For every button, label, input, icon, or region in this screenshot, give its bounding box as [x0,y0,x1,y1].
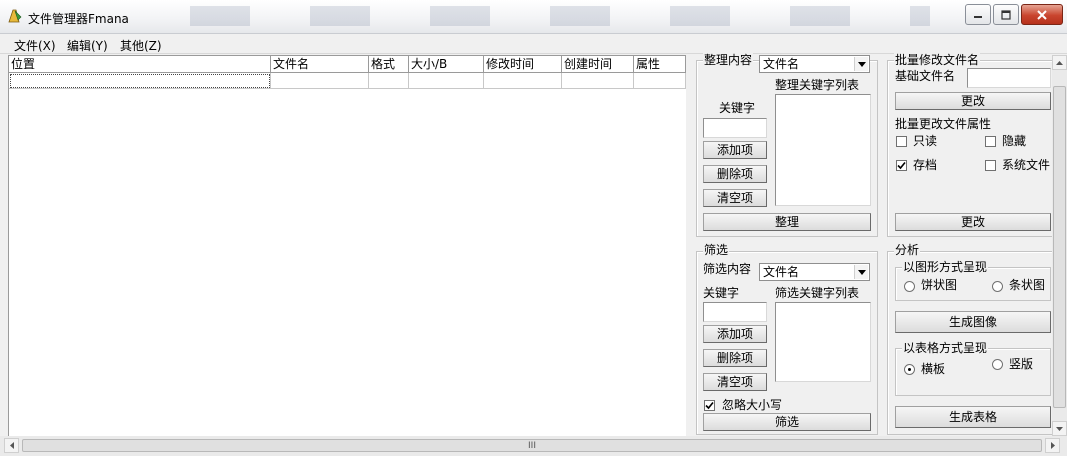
checkmark-icon [897,161,906,170]
bar-label: 条状图 [1009,278,1046,292]
batch-rename-button[interactable]: 更改 [895,92,1051,110]
archive-checkbox[interactable] [896,160,907,171]
filter-add-button[interactable]: 添加项 [703,325,767,343]
filter-content-value: 文件名 [763,265,800,279]
table-layout-group [895,348,1051,396]
readonly-label: 只读 [913,134,938,148]
organize-content-combo[interactable]: 文件名 [759,55,870,73]
app-icon [8,9,22,23]
chevron-down-icon[interactable] [854,265,868,279]
scroll-up-button[interactable] [1052,55,1067,70]
scroll-left-button[interactable] [4,438,19,453]
batch-rename-title: 批量修改文件名 [894,53,981,67]
ignore-case-label: 忽略大小写 [722,398,783,412]
table-cell[interactable] [634,73,686,89]
archive-label: 存档 [913,158,938,172]
organize-content-label: 整理内容 [703,53,754,67]
window-title: 文件管理器Fmana [28,12,129,26]
close-icon [1037,9,1047,20]
filter-keyword-list[interactable] [775,302,871,382]
minimize-icon [974,15,982,18]
horizontal-scroll-thumb[interactable]: III [22,439,1042,452]
generate-table-button[interactable]: 生成表格 [895,406,1051,428]
table-cell[interactable] [271,73,369,89]
organize-keyword-input[interactable] [703,118,767,138]
organize-content-value: 文件名 [763,57,800,71]
chevron-down-icon[interactable] [854,57,868,71]
focused-cell[interactable] [10,74,270,88]
pie-radio[interactable] [904,281,915,292]
hidden-label: 隐藏 [1002,134,1027,148]
filter-delete-button[interactable]: 删除项 [703,349,767,367]
table-cell[interactable] [562,73,634,89]
vertical-label: 竖版 [1009,357,1034,371]
column-header-filename[interactable]: 文件名 [271,56,369,73]
scroll-up-arrow-icon [1056,60,1063,65]
column-header-modified[interactable]: 修改时间 [484,56,562,73]
file-list[interactable] [8,55,686,436]
batch-base-name-input[interactable] [967,68,1051,88]
background-window-ghost [190,6,930,26]
bar-radio[interactable] [992,281,1003,292]
organize-keyword-list-label: 整理关键字列表 [775,78,860,92]
horizontal-label: 横板 [921,362,946,376]
batch-attr-change-button[interactable]: 更改 [895,213,1051,231]
organize-keyword-list[interactable] [775,94,871,206]
scroll-left-arrow-icon [9,442,14,449]
scroll-down-button[interactable] [1052,421,1067,436]
organize-delete-button[interactable]: 删除项 [703,165,767,183]
filter-keyword-input[interactable] [703,302,767,322]
analysis-legend: 分析 [894,243,921,257]
readonly-checkbox[interactable] [896,136,907,147]
table-cell[interactable] [484,73,562,89]
column-header-attributes[interactable]: 属性 [634,56,686,73]
scroll-grip: III [528,440,536,451]
system-checkbox[interactable] [985,160,996,171]
ignore-case-checkbox[interactable] [704,400,715,411]
scroll-down-arrow-icon [1056,426,1063,431]
organize-clear-button[interactable]: 清空项 [703,189,767,207]
close-button[interactable] [1021,4,1063,25]
menu-edit[interactable]: 编辑(Y) [67,37,108,54]
column-header-location[interactable]: 位置 [9,56,271,73]
table-cell[interactable] [409,73,484,89]
organize-add-button[interactable]: 添加项 [703,141,767,159]
organize-run-button[interactable]: 整理 [703,213,871,231]
column-header-format[interactable]: 格式 [369,56,409,73]
filter-run-button[interactable]: 筛选 [703,413,871,431]
graph-group-label: 以图形方式呈现 [902,260,989,274]
horizontal-radio[interactable] [904,364,915,375]
organize-keyword-label: 关键字 [719,101,756,115]
maximize-icon [1001,9,1011,20]
filter-content-combo[interactable]: 文件名 [759,263,870,281]
column-header-size[interactable]: 大小/B [409,56,484,73]
pie-label: 饼状图 [921,278,958,292]
generate-graph-button[interactable]: 生成图像 [895,311,1051,333]
batch-attr-title: 批量更改文件属性 [895,117,992,131]
vertical-scroll-thumb[interactable] [1053,86,1066,408]
vertical-radio[interactable] [992,359,1003,370]
hidden-checkbox[interactable] [985,136,996,147]
maximize-button[interactable] [993,4,1019,25]
minimize-button[interactable] [965,4,991,25]
filter-clear-button[interactable]: 清空项 [703,373,767,391]
system-label: 系统文件 [1002,158,1051,172]
scroll-right-button[interactable] [1045,438,1060,453]
scroll-right-arrow-icon [1050,442,1055,449]
menu-file[interactable]: 文件(X) [14,37,56,54]
filter-content-label: 筛选内容 [703,262,752,276]
table-layout-group-label: 以表格方式呈现 [902,341,989,355]
filter-keyword-label: 关键字 [703,286,740,300]
checkmark-icon [705,401,714,410]
batch-base-name-label: 基础文件名 [895,69,956,83]
menu-other[interactable]: 其他(Z) [120,37,162,54]
column-header-created[interactable]: 创建时间 [562,56,634,73]
filter-legend: 筛选 [703,243,730,257]
table-cell[interactable] [369,73,409,89]
filter-keyword-list-label: 筛选关键字列表 [775,286,860,300]
